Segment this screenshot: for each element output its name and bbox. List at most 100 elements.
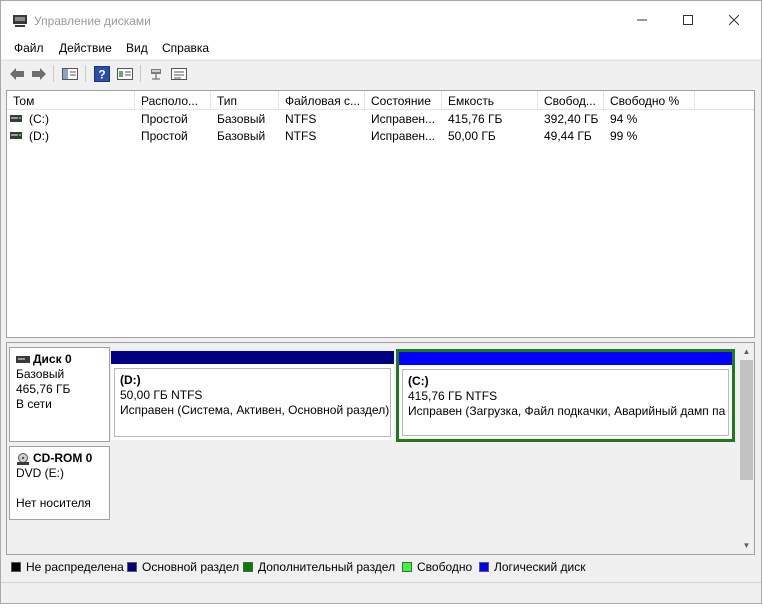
volume-name: (C:) [29,112,49,126]
menu-help[interactable]: Справка [162,41,209,55]
partition-d-info: (D:) 50,00 ГБ NTFS Исправен (Система, Ак… [114,368,391,437]
scrollbar-thumb[interactable] [740,360,753,480]
column-header-filesystem[interactable]: Файловая с... [279,91,365,110]
partition-d-name: (D:) [120,373,141,387]
disk-management-app-icon [13,15,27,27]
window-title: Управление дисками [34,14,151,28]
disk-0-label[interactable]: Диск 0 Базовый 465,76 ГБ В сети [9,347,110,442]
maximize-button[interactable] [665,1,711,39]
column-header-free-space[interactable]: Свобод... [538,91,604,110]
menu-file[interactable]: Файл [14,41,44,55]
legend-swatch [11,562,21,572]
column-header-layout[interactable]: Располо... [135,91,211,110]
column-header-capacity[interactable]: Емкость [442,91,538,110]
column-header-status[interactable]: Состояние [365,91,442,110]
legend-label: Логический диск [494,560,586,574]
volume-filesystem: NTFS [285,112,317,126]
volume-type: Базовый [217,129,266,143]
legend-label: Дополнительный раздел [258,560,396,574]
legend-swatch [127,562,137,572]
list-view-button[interactable] [170,65,188,82]
disk-0-name: Диск 0 [33,352,72,366]
volume-list[interactable]: Том Располо... Тип Файловая с... Состоян… [6,90,755,338]
cdrom-0-label[interactable]: CD-ROM 0 DVD (E:) Нет носителя [9,446,110,520]
legend-swatch [402,562,412,572]
status-bar [1,582,761,603]
toolbar: ? [1,60,761,85]
legend-item-primary: Основной раздел [127,560,239,574]
disk-0-type: Базовый [16,367,65,381]
legend: Не распределена Основной раздел Дополнит… [6,556,755,578]
forward-button[interactable] [30,65,48,82]
menu-action[interactable]: Действие [59,41,112,55]
svg-text:?: ? [98,67,105,81]
disk-map-area: Диск 0 Базовый 465,76 ГБ В сети (D:) 50,… [7,343,738,554]
partition-d[interactable]: (D:) 50,00 ГБ NTFS Исправен (Система, Ак… [111,351,394,440]
column-header-percent-free[interactable]: Свободно % [604,91,695,110]
toolbar-separator [140,65,141,82]
column-header-volume[interactable]: Том [7,91,135,110]
legend-item-unallocated: Не распределена [11,560,124,574]
legend-item-logical: Логический диск [479,560,586,574]
partition-c-name: (C:) [408,374,429,388]
disk-management-window: Управление дисками Файл Действие Вид Спр… [0,0,762,604]
volume-list-header: Том Располо... Тип Файловая с... Состоян… [7,91,754,110]
disk-map-scrollbar[interactable]: ▲ ▼ [738,343,754,554]
hard-disk-icon [16,356,30,363]
legend-label: Не распределена [26,560,124,574]
forward-icon [32,67,46,80]
maximize-icon [683,15,693,25]
cdrom-0-type: DVD (E:) [16,466,64,480]
close-icon [729,15,739,25]
legend-label: Свободно [417,560,473,574]
scroll-up-arrow-icon[interactable]: ▲ [738,343,754,360]
back-button[interactable] [8,65,26,82]
volume-row-d[interactable]: (D:) Простой Базовый NTFS Исправен... 50… [7,128,754,145]
volume-icon [10,115,22,122]
partition-c-info: (C:) 415,76 ГБ NTFS Исправен (Загрузка, … [402,369,729,436]
legend-item-extended: Дополнительный раздел [243,560,395,574]
volume-name: (D:) [29,129,49,143]
show-hide-tree-button[interactable] [61,65,79,82]
close-button[interactable] [711,1,757,39]
cd-drive-icon [17,452,29,465]
volume-free-space: 49,44 ГБ [544,129,592,143]
cdrom-0-name: CD-ROM 0 [33,451,93,465]
partition-c-size: 415,76 ГБ NTFS [408,389,498,403]
scroll-down-arrow-icon[interactable]: ▼ [738,537,754,554]
volume-type: Базовый [217,112,266,126]
toolbar-separator [85,65,86,82]
legend-item-free: Свободно [402,560,472,574]
disk-0-status: В сети [16,397,52,411]
partition-d-bar [111,351,394,364]
partition-c-selected[interactable]: (C:) 415,76 ГБ NTFS Исправен (Загрузка, … [396,349,735,442]
volume-filesystem: NTFS [285,129,317,143]
volume-layout: Простой [141,112,188,126]
volume-status: Исправен... [371,129,436,143]
disk-map-pane[interactable]: Диск 0 Базовый 465,76 ГБ В сети (D:) 50,… [6,342,755,555]
help-button[interactable]: ? [93,65,111,82]
volume-percent-free: 99 % [610,129,638,143]
minimize-button[interactable] [619,1,665,39]
partition-c-bar [399,352,732,365]
show-hide-tree-icon [62,67,78,80]
back-icon [10,67,24,80]
properties-icon [117,67,133,80]
title-bar[interactable]: Управление дисками [1,1,761,39]
menu-view[interactable]: Вид [126,41,148,55]
column-header-type[interactable]: Тип [211,91,279,110]
properties-button[interactable] [116,65,134,82]
connect-disk-button[interactable] [148,65,166,82]
volume-capacity: 415,76 ГБ [448,112,503,126]
cdrom-0-spacer [16,481,109,496]
connect-disk-icon [151,68,161,79]
menu-bar: Файл Действие Вид Справка [1,39,761,59]
volume-status: Исправен... [371,112,436,126]
disk-0-size: 465,76 ГБ [16,382,71,396]
legend-swatch [479,562,489,572]
volume-icon [10,132,22,139]
volume-row-c[interactable]: (C:) Простой Базовый NTFS Исправен... 41… [7,111,754,128]
legend-swatch [243,562,253,572]
partition-d-size: 50,00 ГБ NTFS [120,388,203,402]
volume-capacity: 50,00 ГБ [448,129,496,143]
